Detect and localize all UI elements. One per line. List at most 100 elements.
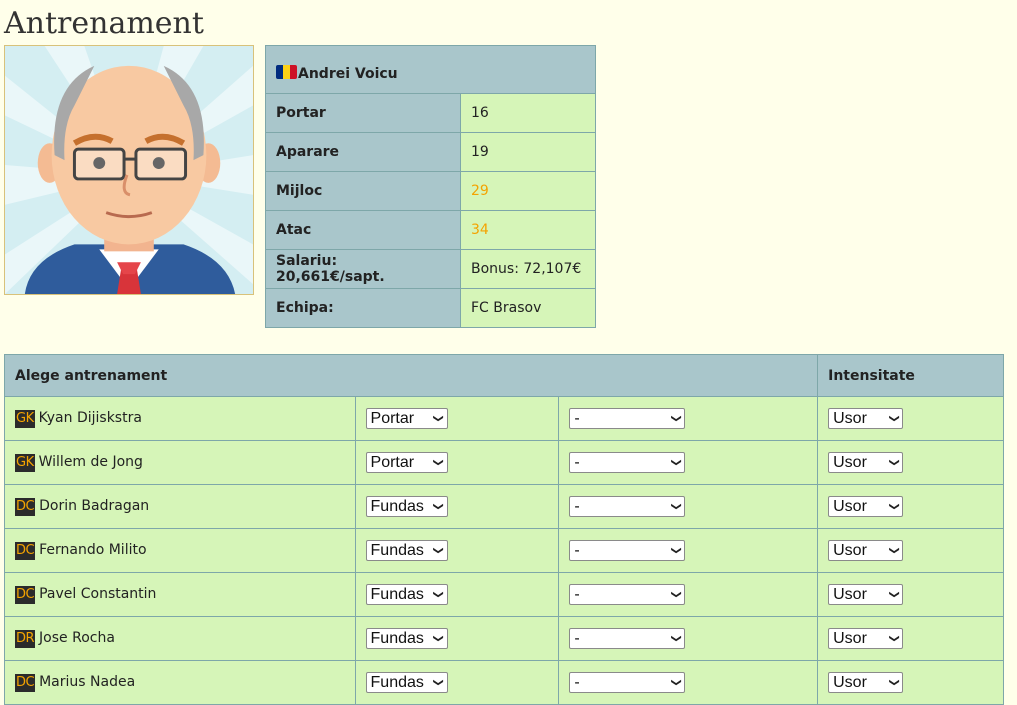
stat-label: Aparare: [265, 132, 461, 172]
intensity-cell: Usor ❯: [817, 660, 1004, 705]
training-type-cell: Portar ❯: [354, 396, 560, 441]
position-badge: DC: [15, 541, 36, 560]
select-value: -: [574, 673, 580, 691]
player-name[interactable]: Fernando Milito: [39, 542, 146, 558]
coach-info-table: Andrei Voicu Portar 16 Aparare 19 Mijloc…: [265, 45, 596, 328]
salary-row: Salariu: 20,661€/sapt. Bonus: 72,107€: [265, 249, 596, 289]
chevron-down-icon: ❯: [432, 678, 444, 687]
stat-label: Atac: [265, 210, 461, 250]
intensity-select[interactable]: Usor ❯: [828, 540, 904, 561]
chevron-down-icon: ❯: [670, 678, 682, 687]
chevron-down-icon: ❯: [432, 546, 444, 555]
intensity-select[interactable]: Usor ❯: [828, 672, 904, 693]
position-badge: DC: [15, 673, 36, 692]
page-title: Antrenament: [4, 6, 204, 41]
stat-row-aparare: Aparare 19: [265, 132, 596, 172]
player-name[interactable]: Jose Rocha: [39, 630, 115, 646]
select-value: -: [574, 453, 580, 471]
training-type-cell: Fundas ❯: [354, 528, 560, 573]
position-badge: GK: [15, 453, 35, 472]
select-value: Usor: [833, 541, 867, 559]
select-value: Fundas: [370, 673, 424, 691]
position-badge: DC: [15, 497, 36, 516]
chevron-down-icon: ❯: [670, 590, 682, 599]
chevron-down-icon: ❯: [432, 502, 444, 511]
player-cell: DC Marius Nadea: [4, 660, 356, 705]
salary-text: Salariu: 20,661€/sapt.: [265, 249, 461, 289]
player-cell: DC Fernando Milito: [4, 528, 356, 573]
player-cell: GK Willem de Jong: [4, 440, 356, 485]
player-cell: DR Jose Rocha: [4, 616, 356, 661]
training-sub-select[interactable]: - ❯: [569, 408, 686, 429]
select-value: Usor: [833, 673, 867, 691]
select-value: -: [574, 585, 580, 603]
chevron-down-icon: ❯: [432, 634, 444, 643]
training-type-cell: Fundas ❯: [354, 484, 560, 529]
coach-avatar: [4, 45, 254, 295]
position-badge: DR: [15, 629, 36, 648]
player-name[interactable]: Willem de Jong: [39, 454, 143, 470]
select-value: Usor: [833, 497, 867, 515]
intensity-cell: Usor ❯: [817, 440, 1004, 485]
intensity-select[interactable]: Usor ❯: [828, 452, 904, 473]
stat-row-portar: Portar 16: [265, 93, 596, 133]
table-row: GK Kyan Dijiskstra Portar ❯ - ❯ Usor ❯: [4, 396, 1004, 441]
select-value: -: [574, 541, 580, 559]
training-table: Alege antrenament Intensitate GK Kyan Dij…: [3, 354, 1004, 705]
training-sub-select[interactable]: - ❯: [569, 628, 686, 649]
player-name[interactable]: Kyan Dijiskstra: [39, 410, 142, 426]
team-name: FC Brasov: [460, 288, 596, 328]
intensity-cell: Usor ❯: [817, 572, 1004, 617]
training-type-select[interactable]: Fundas ❯: [365, 672, 448, 693]
table-row: DR Jose Rocha Fundas ❯ - ❯ Usor ❯: [4, 616, 1004, 661]
romania-flag-icon: [276, 65, 297, 79]
training-sub-cell: - ❯: [558, 660, 819, 705]
player-name[interactable]: Pavel Constantin: [39, 586, 156, 602]
select-value: Fundas: [370, 585, 424, 603]
training-sub-cell: - ❯: [558, 396, 819, 441]
chevron-down-icon: ❯: [432, 590, 444, 599]
intensity-select[interactable]: Usor ❯: [828, 628, 904, 649]
intensity-select[interactable]: Usor ❯: [828, 496, 904, 517]
chevron-down-icon: ❯: [888, 678, 900, 687]
player-cell: GK Kyan Dijiskstra: [4, 396, 356, 441]
training-sub-select[interactable]: - ❯: [569, 496, 686, 517]
stat-value: 34: [460, 210, 596, 250]
chevron-down-icon: ❯: [670, 458, 682, 467]
training-type-cell: Fundas ❯: [354, 660, 560, 705]
training-type-select[interactable]: Fundas ❯: [365, 540, 448, 561]
training-type-select[interactable]: Fundas ❯: [365, 496, 448, 517]
stat-value: 19: [460, 132, 596, 172]
position-badge: GK: [15, 409, 35, 428]
intensity-select[interactable]: Usor ❯: [828, 584, 904, 605]
training-type-cell: Fundas ❯: [354, 572, 560, 617]
chevron-down-icon: ❯: [888, 590, 900, 599]
training-type-select[interactable]: Portar ❯: [365, 408, 448, 429]
chevron-down-icon: ❯: [888, 458, 900, 467]
training-type-select[interactable]: Fundas ❯: [365, 628, 448, 649]
player-name[interactable]: Dorin Badragan: [39, 498, 149, 514]
training-header: Alege antrenament: [3, 354, 819, 397]
training-type-select[interactable]: Portar ❯: [365, 452, 448, 473]
select-value: Portar: [370, 409, 415, 427]
training-sub-select[interactable]: - ❯: [569, 452, 686, 473]
intensity-select[interactable]: Usor ❯: [828, 408, 904, 429]
training-sub-cell: - ❯: [558, 440, 819, 485]
chevron-down-icon: ❯: [670, 502, 682, 511]
table-row: DC Marius Nadea Fundas ❯ - ❯ Usor ❯: [4, 660, 1004, 705]
training-sub-select[interactable]: - ❯: [569, 540, 686, 561]
table-row: DC Dorin Badragan Fundas ❯ - ❯ Usor ❯: [4, 484, 1004, 529]
intensity-cell: Usor ❯: [817, 484, 1004, 529]
intensity-header: Intensitate: [817, 354, 1004, 397]
team-row: Echipa: FC Brasov: [265, 288, 596, 328]
training-type-select[interactable]: Fundas ❯: [365, 584, 448, 605]
training-sub-select[interactable]: - ❯: [569, 672, 686, 693]
chevron-down-icon: ❯: [888, 414, 900, 423]
team-label: Echipa:: [265, 288, 461, 328]
select-value: Usor: [833, 585, 867, 603]
intensity-cell: Usor ❯: [817, 528, 1004, 573]
chevron-down-icon: ❯: [670, 414, 682, 423]
training-sub-select[interactable]: - ❯: [569, 584, 686, 605]
stat-value: 29: [460, 171, 596, 211]
select-value: Fundas: [370, 497, 424, 515]
